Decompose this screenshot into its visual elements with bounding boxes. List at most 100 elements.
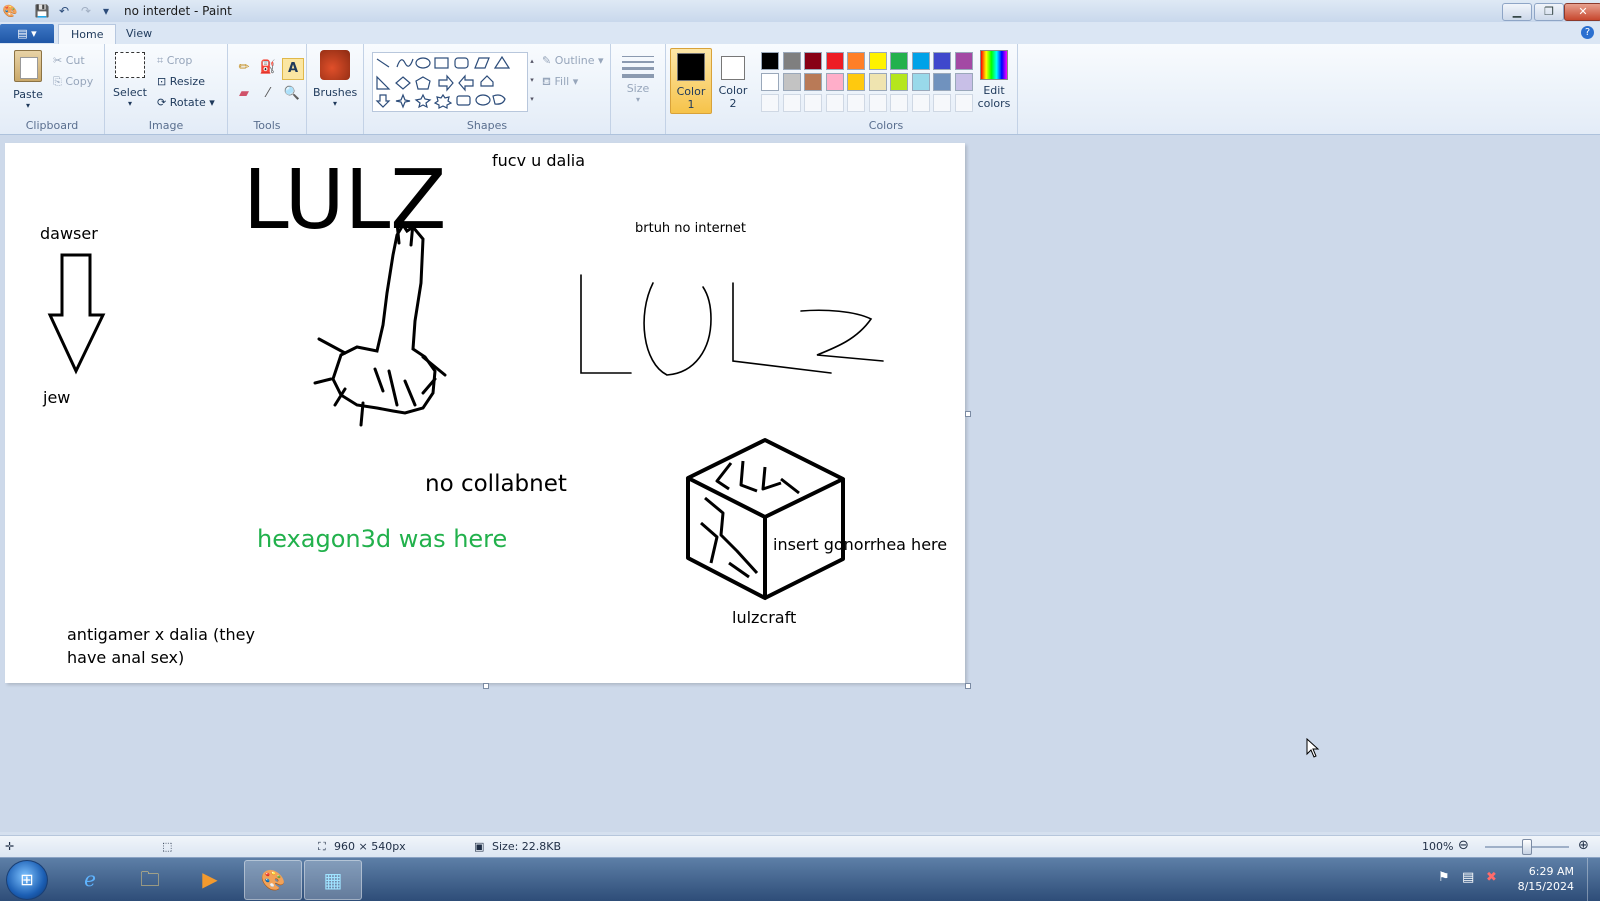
palette-swatch[interactable]: [954, 73, 973, 91]
palette-swatch-empty[interactable]: [761, 94, 779, 112]
palette-swatch-empty[interactable]: [911, 94, 930, 112]
palette-swatch[interactable]: [847, 73, 865, 91]
palette-swatch[interactable]: [825, 52, 844, 70]
shapes-gallery[interactable]: [372, 52, 528, 112]
size-button[interactable]: Size ▾: [617, 52, 659, 104]
palette-swatch-empty[interactable]: [825, 94, 844, 112]
paint-menu-button[interactable]: ▤ ▾: [0, 24, 54, 43]
palette-swatch-empty[interactable]: [890, 94, 908, 112]
antigamer-text-line2: have anal sex): [67, 648, 185, 667]
redo-icon[interactable]: ↷: [78, 3, 94, 19]
canvas-resize-handle-right[interactable]: [965, 411, 971, 417]
crop-icon: ⌗: [157, 54, 164, 67]
restore-button[interactable]: ❐: [1534, 3, 1564, 21]
explorer-taskbar-button[interactable]: 🗀: [122, 860, 178, 898]
color2-button[interactable]: Color 2: [713, 48, 753, 112]
crop-button[interactable]: ⌗ Crop: [157, 54, 192, 68]
clock-time[interactable]: 6:29 AM: [1529, 865, 1574, 878]
edit-colors-button[interactable]: Edit colors: [973, 50, 1015, 110]
fill-label: Fill: [554, 75, 570, 88]
palette-swatch[interactable]: [868, 73, 887, 91]
palette-swatch-empty[interactable]: [847, 94, 865, 112]
canvas-resize-handle-corner[interactable]: [965, 683, 971, 689]
paint-app-icon[interactable]: 🎨: [2, 3, 18, 19]
zoom-slider-thumb[interactable]: [1522, 839, 1532, 855]
shapes-group: ▴ ▾ ▾ ✎ Outline ▾ ⛾ Fill ▾ Shapes: [364, 44, 611, 134]
colors-group: Edit colors Colors: [755, 44, 1018, 134]
start-button[interactable]: ⊞: [6, 860, 48, 900]
mouse-cursor-icon: [1306, 738, 1320, 758]
palette-swatch[interactable]: [825, 73, 844, 91]
zoom-out-button[interactable]: ⊖: [1458, 838, 1469, 853]
palette-swatch[interactable]: [911, 73, 930, 91]
volume-muted-icon[interactable]: ✖: [1486, 870, 1497, 885]
fill-button[interactable]: ⛾ Fill ▾: [542, 75, 578, 90]
palette-swatch[interactable]: [804, 52, 822, 70]
palette-swatch[interactable]: [933, 52, 951, 70]
lulz-big-text: LULZ: [243, 153, 447, 248]
resize-button[interactable]: ⊡ Resize: [157, 75, 205, 88]
resize-label: Resize: [169, 75, 205, 88]
scissors-icon: ✂: [53, 54, 63, 67]
undo-icon[interactable]: ↶: [56, 3, 72, 19]
brushes-button[interactable]: Brushes ▾: [313, 50, 357, 108]
paint-taskbar-button[interactable]: 🎨: [244, 860, 302, 900]
cut-button[interactable]: ✂ Cut: [53, 54, 85, 67]
palette-swatch[interactable]: [911, 52, 930, 70]
shapes-gallery-icons: [375, 55, 511, 109]
select-button[interactable]: Select ▾: [111, 52, 149, 108]
zoom-slider[interactable]: [1485, 839, 1569, 855]
shapes-group-label: Shapes: [466, 119, 508, 132]
system-tray: ⚑ ▤ ✖ 6:29 AM 8/15/2024: [1400, 858, 1600, 901]
drawing-canvas[interactable]: LULZ fucv u dalia dawser jew brtuh no in…: [5, 143, 965, 683]
palette-swatch[interactable]: [761, 73, 779, 91]
palette-swatch[interactable]: [782, 52, 801, 70]
minimize-button[interactable]: ▁: [1502, 3, 1532, 21]
palette-swatch-empty[interactable]: [933, 94, 951, 112]
network-icon[interactable]: ▤: [1462, 870, 1474, 885]
flag-icon[interactable]: ⚑: [1438, 870, 1450, 885]
outline-button[interactable]: ✎ Outline ▾: [542, 54, 604, 67]
canvas-resize-handle-bottom[interactable]: [483, 683, 489, 689]
status-bar: ✛ ⬚ ⛶ 960 × 540px ▣ Size: 22.8KB 100% ⊖ …: [0, 835, 1600, 858]
play-icon: ▶: [202, 867, 218, 891]
magnifier-icon[interactable]: 🔍: [282, 84, 302, 104]
palette-swatch[interactable]: [804, 73, 822, 91]
fill-icon: ⛾: [542, 75, 551, 88]
shapes-scroll[interactable]: ▴ ▾ ▾: [527, 52, 537, 110]
palette-swatch[interactable]: [954, 52, 973, 70]
fill-bucket-icon[interactable]: ⛽: [258, 58, 278, 78]
media-player-taskbar-button[interactable]: ▶: [182, 860, 238, 898]
palette-swatch[interactable]: [890, 73, 908, 91]
color1-button[interactable]: Color 1: [670, 48, 712, 114]
paste-button[interactable]: Paste ▾: [8, 50, 48, 110]
copy-button[interactable]: ⎘ Copy: [53, 75, 93, 89]
palette-swatch[interactable]: [847, 52, 865, 70]
palette-swatch-empty[interactable]: [804, 94, 822, 112]
color-picker-icon[interactable]: ⁄: [258, 84, 278, 104]
clock-date[interactable]: 8/15/2024: [1518, 880, 1574, 893]
palette-swatch[interactable]: [868, 52, 887, 70]
down-arrow-drawing: [47, 253, 106, 375]
palette-swatch-empty[interactable]: [782, 94, 801, 112]
tab-home[interactable]: Home: [58, 24, 117, 45]
rotate-button[interactable]: ⟳ Rotate ▾: [157, 96, 215, 109]
show-desktop-button[interactable]: [1587, 858, 1600, 901]
text-tool-icon[interactable]: A: [282, 58, 304, 80]
palette-swatch[interactable]: [761, 52, 779, 70]
palette-swatch-empty[interactable]: [954, 94, 973, 112]
internet-explorer-taskbar-button[interactable]: ℯ: [62, 860, 118, 898]
eraser-icon[interactable]: ▰: [234, 84, 254, 104]
customize-qat-icon[interactable]: ▾: [98, 3, 114, 19]
close-button[interactable]: ✕: [1564, 3, 1600, 21]
palette-swatch[interactable]: [782, 73, 801, 91]
save-icon[interactable]: 💾: [34, 3, 50, 19]
control-panel-taskbar-button[interactable]: ▦: [304, 860, 362, 900]
palette-swatch[interactable]: [933, 73, 951, 91]
palette-swatch-empty[interactable]: [868, 94, 887, 112]
palette-swatch[interactable]: [890, 52, 908, 70]
tab-view[interactable]: View: [114, 24, 164, 44]
zoom-in-button[interactable]: ⊕: [1578, 838, 1589, 853]
pencil-icon[interactable]: ✏: [234, 58, 254, 78]
help-icon[interactable]: ?: [1581, 26, 1594, 39]
